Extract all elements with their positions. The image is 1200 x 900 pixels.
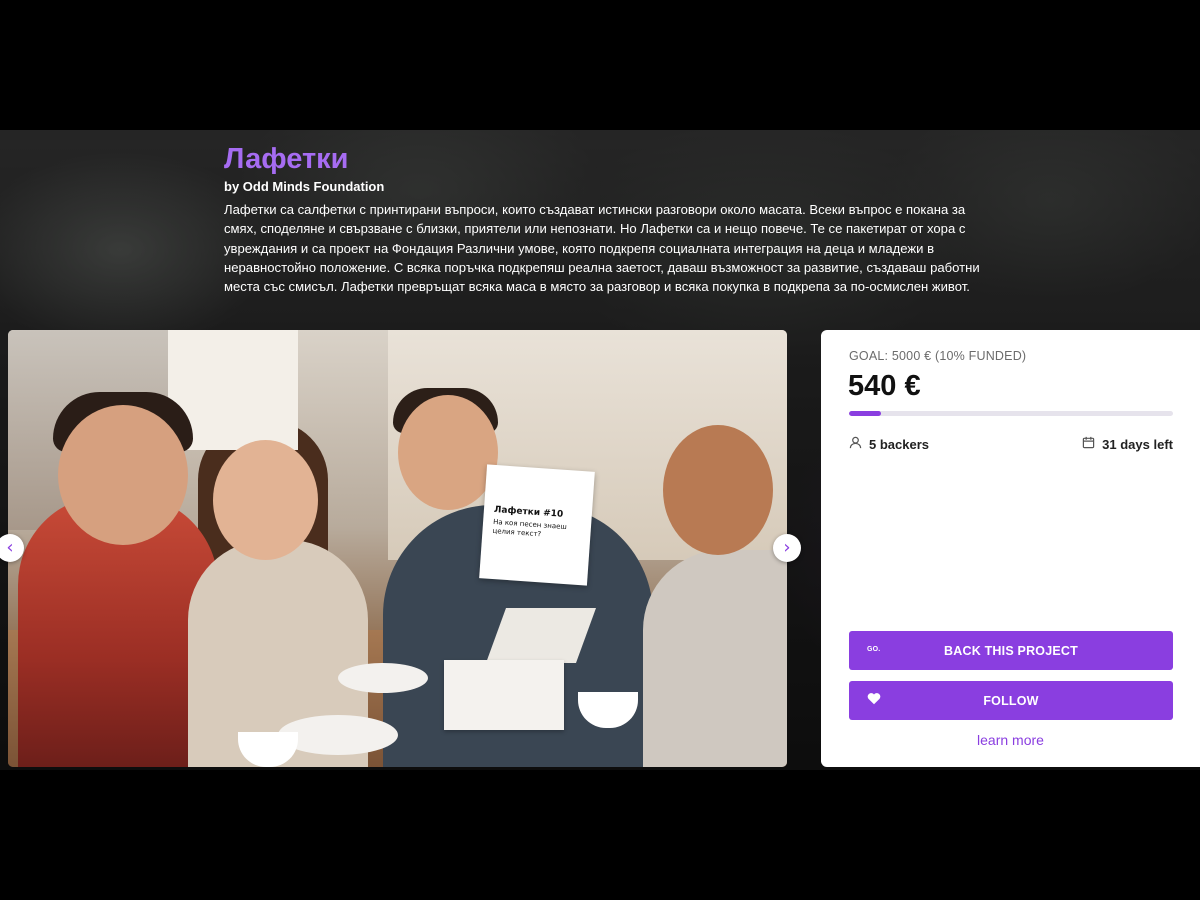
funding-goal: GOAL: 5000 € (10% FUNDED): [849, 349, 1027, 363]
person-right: [643, 550, 787, 767]
user-icon: [849, 436, 862, 452]
heart-icon: [867, 692, 881, 708]
funding-panel: GOAL: 5000 € (10% FUNDED) 540 € 5 backer…: [821, 330, 1200, 767]
follow-label: FOLLOW: [983, 693, 1039, 708]
amount-raised: 540 €: [848, 370, 921, 402]
chevron-left-icon: ‹: [6, 537, 14, 558]
learn-more-link[interactable]: learn more: [821, 732, 1200, 748]
question-card: Лафетки #10 На коя песен знаеш целия тек…: [479, 464, 595, 586]
days-left: 31 days left: [1082, 436, 1173, 452]
chevron-right-icon: ›: [783, 537, 791, 558]
calendar-icon: [1082, 436, 1095, 452]
funding-progress-bar: [849, 411, 1173, 416]
person-face: [58, 405, 188, 545]
funding-progress-fill: [849, 411, 882, 416]
back-project-label: BACK THIS PROJECT: [944, 643, 1078, 658]
project-header: Лафетки by Odd Minds Foundation Лафетки …: [224, 142, 994, 296]
project-photo: Лафетки #10 На коя песен знаеш целия тек…: [8, 330, 787, 767]
back-project-button[interactable]: GO. BACK THIS PROJECT: [849, 631, 1173, 670]
person-face: [398, 395, 498, 510]
plate: [338, 663, 428, 693]
person-face: [663, 425, 773, 555]
follow-button[interactable]: FOLLOW: [849, 681, 1173, 720]
project-title: Лафетки: [224, 143, 349, 175]
backers-label: 5 backers: [869, 436, 929, 452]
go-logo-icon: GO.: [867, 646, 881, 653]
card-question: На коя песен знаеш целия текст?: [492, 517, 568, 539]
person-face: [213, 440, 318, 560]
napkin-box: [444, 660, 564, 730]
project-description: Лафетки са салфетки с принтирани въпроси…: [224, 202, 980, 295]
backers-count: 5 backers: [849, 436, 929, 452]
carousel-next-button[interactable]: ›: [773, 534, 801, 562]
project-byline: by Odd Minds Foundation: [224, 179, 385, 194]
days-left-label: 31 days left: [1102, 436, 1173, 452]
